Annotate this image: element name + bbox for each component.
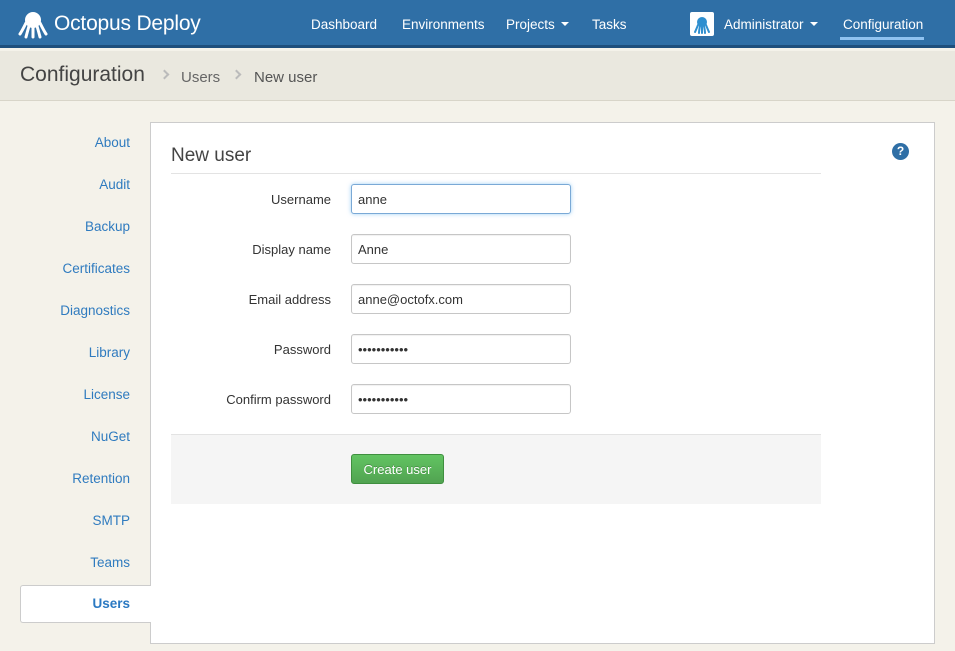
nav-active-indicator <box>840 37 924 40</box>
confirm-password-field[interactable] <box>351 384 571 414</box>
sidebar-item-nuget[interactable]: NuGet <box>20 418 151 456</box>
breadcrumb: Configuration Users New user <box>0 51 955 101</box>
sidebar-item-audit[interactable]: Audit <box>20 166 151 204</box>
form-actions <box>171 434 821 504</box>
create-user-button[interactable]: Create user <box>351 454 444 484</box>
sidebar-item-retention[interactable]: Retention <box>20 460 151 498</box>
nav-configuration[interactable]: Configuration <box>843 0 923 48</box>
form-title: New user <box>171 145 252 166</box>
page-title[interactable]: Configuration <box>20 63 145 87</box>
top-navbar: Octopus Deploy Dashboard Environments Pr… <box>0 0 955 48</box>
help-icon[interactable]: ? <box>892 143 909 160</box>
sidebar-item-backup[interactable]: Backup <box>20 208 151 246</box>
nav-user-label: Administrator <box>724 17 804 32</box>
sidebar-item-diagnostics[interactable]: Diagnostics <box>20 292 151 330</box>
display-name-label: Display name <box>252 242 331 257</box>
confirm-password-label: Confirm password <box>226 392 331 407</box>
email-label: Email address <box>248 292 331 307</box>
password-label: Password <box>273 342 331 357</box>
breadcrumb-users[interactable]: Users <box>181 69 220 86</box>
sidebar-item-about[interactable]: About <box>20 124 151 162</box>
nav-projects[interactable]: Projects <box>506 0 569 48</box>
chevron-right-icon <box>161 71 168 81</box>
nav-projects-label: Projects <box>506 17 555 32</box>
sidebar-item-smtp[interactable]: SMTP <box>20 502 151 540</box>
brand-name: Octopus Deploy <box>54 12 201 35</box>
chevron-down-icon <box>560 22 569 27</box>
octopus-logo-icon <box>18 12 48 39</box>
brand[interactable]: Octopus Deploy <box>18 8 201 40</box>
nav-environments[interactable]: Environments <box>402 0 485 48</box>
chevron-right-icon <box>233 71 240 81</box>
breadcrumb-current: New user <box>254 69 318 86</box>
display-name-field[interactable] <box>351 234 571 264</box>
sidebar-item-license[interactable]: License <box>20 376 151 414</box>
sidebar-item-teams[interactable]: Teams <box>20 544 151 582</box>
sidebar-item-users[interactable]: Users <box>20 585 151 623</box>
nav-tasks[interactable]: Tasks <box>592 0 627 48</box>
divider <box>171 173 821 174</box>
avatar[interactable] <box>690 12 714 36</box>
user-avatar-icon <box>694 17 710 34</box>
username-label: Username <box>271 192 331 207</box>
email-field[interactable] <box>351 284 571 314</box>
sidebar-item-library[interactable]: Library <box>20 334 151 372</box>
username-field[interactable] <box>351 184 571 214</box>
nav-dashboard[interactable]: Dashboard <box>311 0 377 48</box>
sidebar-item-certificates[interactable]: Certificates <box>20 250 151 288</box>
password-field[interactable] <box>351 334 571 364</box>
nav-user-menu[interactable]: Administrator <box>724 0 818 48</box>
chevron-down-icon <box>809 22 818 27</box>
